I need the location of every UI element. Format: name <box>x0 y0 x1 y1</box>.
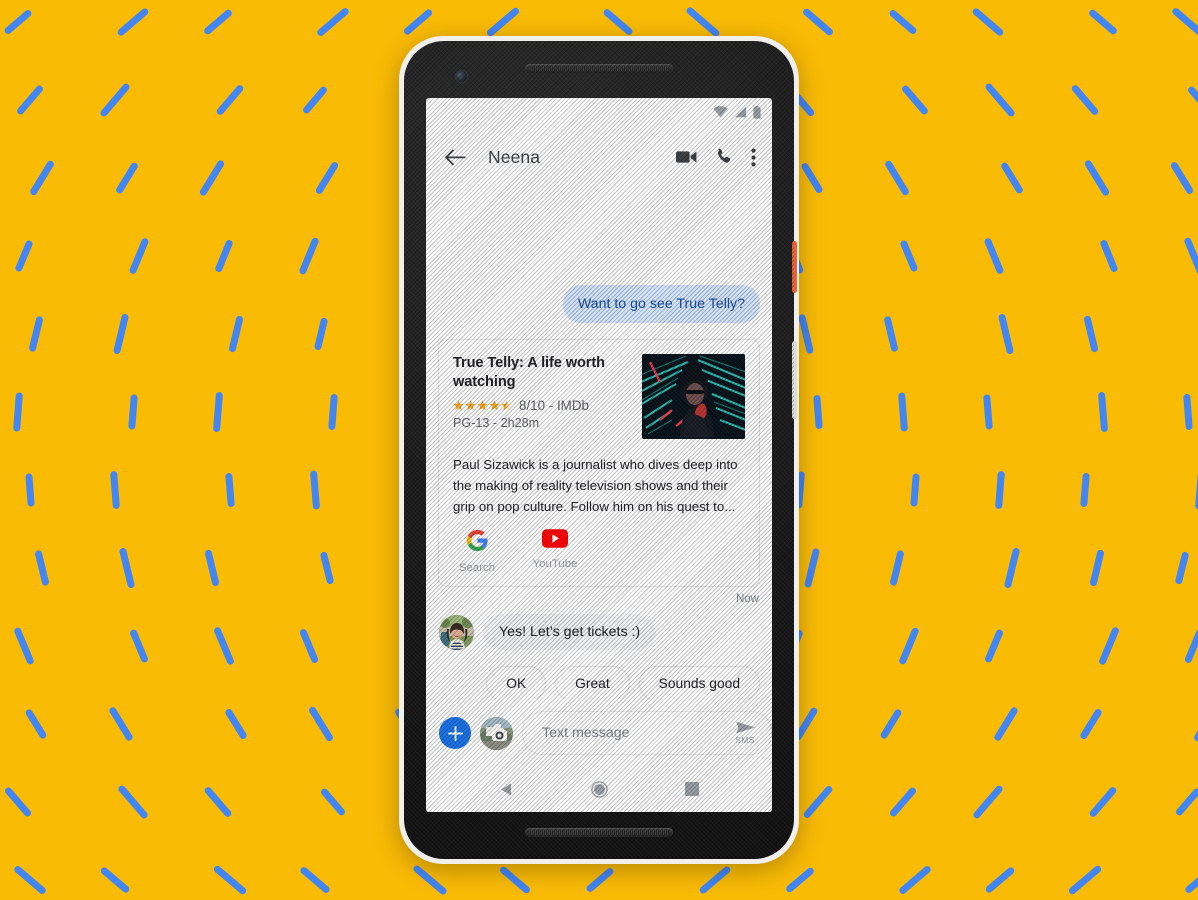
front-camera-icon <box>456 71 467 82</box>
rating-text: 8/10 - IMDb <box>519 397 589 413</box>
incoming-message-row: Yes! Let’s get tickets :) <box>426 605 772 651</box>
card-header: True Telly: A life worth watching 8/10 -… <box>439 340 759 441</box>
send-label: SMS <box>735 735 755 745</box>
back-button[interactable] <box>440 142 470 172</box>
send-button[interactable]: SMS <box>727 721 763 745</box>
app-bar: Neena <box>426 126 772 188</box>
power-button[interactable] <box>792 241 797 293</box>
screenshot-stage: Neena Want to go see True Telly? True Te… <box>0 0 1198 900</box>
phone-body: Neena Want to go see True Telly? True Te… <box>404 41 797 859</box>
outgoing-bubble[interactable]: Want to go see True Telly? <box>562 285 760 324</box>
signal-icon <box>734 106 747 118</box>
more-vert-icon[interactable] <box>751 148 756 167</box>
status-bar <box>426 98 772 126</box>
card-thumbnail[interactable] <box>642 354 745 440</box>
nav-back-button[interactable] <box>499 782 514 797</box>
google-g-icon <box>466 529 489 557</box>
avatar <box>439 614 474 650</box>
camera-icon[interactable] <box>480 716 513 750</box>
card-action-label: Search <box>458 562 496 575</box>
card-meta: PG-13 - 2h28m <box>453 415 540 430</box>
rich-media-card[interactable]: True Telly: A life worth watching 8/10 -… <box>438 339 760 588</box>
phone-screen: Neena Want to go see True Telly? True Te… <box>426 98 772 812</box>
card-actions: Search YouTube <box>439 517 759 586</box>
compose-bar: SMS <box>426 699 772 766</box>
suggestion-chip-sounds-good[interactable]: Sounds good <box>638 666 760 699</box>
suggestion-chip-ok[interactable]: OK <box>486 666 547 699</box>
app-bar-actions <box>676 148 758 167</box>
page-title: Neena <box>488 146 541 167</box>
youtube-icon <box>542 529 568 553</box>
message-input-wrap[interactable]: SMS <box>522 711 772 755</box>
conversation-thread: Want to go see True Telly? True Telly: A… <box>426 188 772 699</box>
phone-device: Neena Want to go see True Telly? True Te… <box>399 36 799 864</box>
star-rating <box>453 400 512 411</box>
volume-button[interactable] <box>792 341 797 419</box>
card-action-label: YouTube <box>532 558 578 571</box>
message-timestamp: Now <box>735 593 759 606</box>
plus-icon[interactable] <box>439 717 471 749</box>
card-info: True Telly: A life worth watching 8/10 -… <box>453 354 630 439</box>
card-rating-row: 8/10 - IMDb <box>453 398 630 413</box>
card-action-search[interactable]: Search <box>453 529 501 574</box>
message-input[interactable] <box>540 724 727 742</box>
battery-icon <box>753 105 761 119</box>
android-nav-bar <box>426 766 772 812</box>
incoming-bubble[interactable]: Yes! Let’s get tickets :) <box>483 614 657 651</box>
suggestion-chips: OK Great Sounds good <box>426 650 772 699</box>
card-title: True Telly: A life worth watching <box>453 355 605 391</box>
nav-home-button[interactable] <box>591 780 608 798</box>
outgoing-message-row: Want to go see True Telly? <box>426 285 772 324</box>
wifi-icon <box>713 106 728 118</box>
speaker-grille <box>525 828 673 837</box>
card-action-youtube[interactable]: YouTube <box>531 529 579 574</box>
nav-recents-button[interactable] <box>685 782 700 796</box>
videocam-icon[interactable] <box>676 150 697 164</box>
phone-icon[interactable] <box>715 148 733 166</box>
card-description: Paul Sizawick is a journalist who dives … <box>453 457 738 514</box>
earpiece-grille <box>525 64 673 73</box>
suggestion-chip-great[interactable]: Great <box>555 666 630 699</box>
